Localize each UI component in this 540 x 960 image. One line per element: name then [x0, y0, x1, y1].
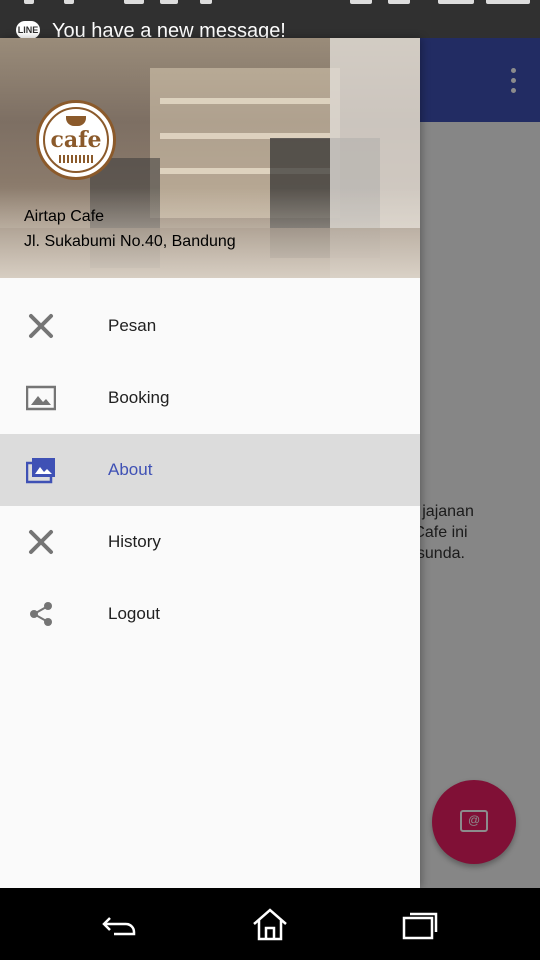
status-bar: LINE You have a new message!	[0, 0, 540, 38]
home-icon[interactable]	[250, 906, 290, 942]
menu-item-label: History	[108, 532, 161, 551]
menu-item-label: Booking	[108, 388, 170, 407]
menu-item-booking[interactable]: Booking	[0, 362, 420, 434]
cafe-name: Airtap Cafe	[24, 208, 105, 225]
logo-text: cafe	[50, 127, 102, 153]
tools-icon	[29, 530, 53, 554]
cafe-logo: cafe	[36, 100, 116, 180]
drawer-header: cafe Airtap Cafe Jl. Sukabumi No.40, Ban…	[0, 38, 420, 278]
image-icon	[26, 385, 56, 411]
share-icon	[30, 602, 52, 626]
menu-item-label: About	[108, 460, 153, 479]
menu-item-logout[interactable]: Logout	[0, 578, 420, 650]
menu-item-history[interactable]: History	[0, 506, 420, 578]
line-app-icon: LINE	[16, 21, 40, 38]
tools-icon	[29, 314, 53, 338]
menu-item-label: Logout	[108, 604, 160, 623]
status-icons	[20, 0, 540, 6]
menu-item-about[interactable]: About	[0, 434, 420, 506]
back-icon[interactable]	[100, 906, 140, 942]
notification-text: You have a new message!	[52, 20, 286, 38]
drawer-menu: Pesan Booking About History Logout	[0, 290, 420, 650]
navigation-drawer: cafe Airtap Cafe Jl. Sukabumi No.40, Ban…	[0, 38, 420, 888]
cafe-address: Jl. Sukabumi No.40, Bandung	[24, 233, 236, 250]
menu-item-label: Pesan	[108, 316, 157, 335]
recents-icon[interactable]	[400, 906, 440, 942]
menu-item-pesan[interactable]: Pesan	[0, 290, 420, 362]
gallery-icon	[26, 458, 55, 484]
system-nav-bar	[0, 888, 540, 960]
